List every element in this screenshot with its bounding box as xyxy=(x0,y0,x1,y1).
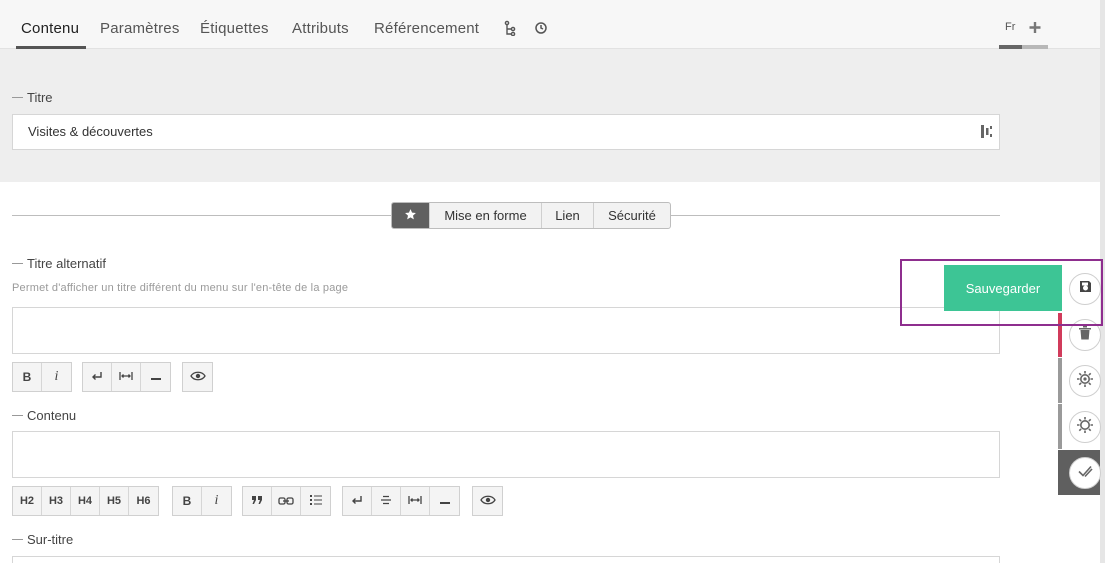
alt-title-input[interactable] xyxy=(12,307,1000,354)
h4-button[interactable]: H4 xyxy=(71,487,100,515)
alt-title-label: Titre alternatif xyxy=(12,256,106,271)
tab-referencement[interactable]: Référencement xyxy=(374,20,479,37)
section-tab-securite[interactable]: Sécurité xyxy=(594,203,670,228)
bold-button[interactable]: B xyxy=(173,487,202,515)
settings-gear-icon xyxy=(1076,370,1094,393)
horizontal-rule-icon xyxy=(439,494,451,508)
h6-button[interactable]: H6 xyxy=(129,487,158,515)
strikethrough-button[interactable] xyxy=(372,487,401,515)
language-current[interactable]: Fr xyxy=(1005,21,1015,33)
alt-title-format-group: B i xyxy=(12,362,72,392)
star-icon xyxy=(404,208,417,224)
preview-icon xyxy=(189,370,206,385)
advanced-settings-button[interactable] xyxy=(1069,365,1101,397)
nonbreaking-space-button[interactable] xyxy=(112,363,141,391)
page: Contenu Paramètres Étiquettes Attributs … xyxy=(0,0,1105,563)
content-tabs-bar: Contenu Paramètres Étiquettes Attributs … xyxy=(0,0,1105,49)
alt-title-hint: Permet d'afficher un titre différent du … xyxy=(12,282,349,294)
publish-button[interactable] xyxy=(1069,457,1101,489)
advanced-settings-bar xyxy=(1058,358,1062,403)
list-icon xyxy=(309,494,322,509)
horizontal-rule-icon xyxy=(150,370,162,384)
list-button[interactable] xyxy=(301,487,330,515)
subtitle-label: Sur-titre xyxy=(12,532,73,547)
line-break-icon xyxy=(91,370,103,384)
h5-button[interactable]: H5 xyxy=(100,487,129,515)
alt-title-preview-group xyxy=(182,362,213,392)
nonbreaking-space-icon xyxy=(408,494,422,508)
tree-icon[interactable] xyxy=(503,20,519,38)
section-tab-lien[interactable]: Lien xyxy=(542,203,594,228)
strikethrough-icon xyxy=(380,494,392,508)
line-break-button[interactable] xyxy=(83,363,112,391)
title-input[interactable]: Visites & découvertes xyxy=(12,114,1000,150)
title-label: Titre xyxy=(12,90,53,105)
preview-icon xyxy=(479,494,496,509)
content-preview-group xyxy=(472,486,503,516)
line-break-button[interactable] xyxy=(343,487,372,515)
tab-attributs[interactable]: Attributs xyxy=(292,20,349,37)
content-label: Contenu xyxy=(12,408,76,423)
title-value: Visites & découvertes xyxy=(28,124,153,139)
horizontal-rule-button[interactable] xyxy=(430,487,459,515)
settings-button[interactable] xyxy=(1069,411,1101,443)
label-dash xyxy=(12,539,23,541)
history-icon[interactable] xyxy=(534,20,550,38)
trash-icon xyxy=(1079,325,1091,345)
nonbreaking-space-icon xyxy=(119,370,133,384)
h2-button[interactable]: H2 xyxy=(13,487,42,515)
tab-parametres[interactable]: Paramètres xyxy=(100,20,180,37)
preview-button[interactable] xyxy=(183,363,212,391)
quote-icon xyxy=(251,494,263,508)
nonbreaking-space-button[interactable] xyxy=(401,487,430,515)
check-icon xyxy=(1076,462,1094,485)
settings-bar xyxy=(1058,404,1062,449)
subtitle-label-text: Sur-titre xyxy=(27,532,74,547)
content-insert-group xyxy=(342,486,460,516)
quote-button[interactable] xyxy=(243,487,272,515)
horizontal-rule-button[interactable] xyxy=(141,363,170,391)
save-icon xyxy=(1079,280,1092,298)
preview-button[interactable] xyxy=(473,487,502,515)
line-break-icon xyxy=(351,494,363,508)
section-tab-favorites[interactable] xyxy=(392,203,430,228)
alt-title-label-text: Titre alternatif xyxy=(27,256,106,271)
content-block-group xyxy=(242,486,331,516)
save-icon-button[interactable] xyxy=(1069,273,1101,305)
subtitle-input[interactable] xyxy=(12,556,1000,563)
section-tab-mise-en-forme[interactable]: Mise en forme xyxy=(430,203,542,228)
translate-icon[interactable] xyxy=(981,124,993,139)
alt-title-insert-group xyxy=(82,362,171,392)
bold-button[interactable]: B xyxy=(13,363,42,391)
label-dash xyxy=(12,97,23,99)
link-button[interactable] xyxy=(272,487,301,515)
content-format-group: B i xyxy=(172,486,232,516)
title-label-text: Titre xyxy=(27,90,53,105)
link-icon xyxy=(278,494,294,508)
tab-contenu[interactable]: Contenu xyxy=(21,20,79,37)
content-label-text: Contenu xyxy=(27,408,77,423)
label-dash xyxy=(12,415,23,417)
plus-icon[interactable] xyxy=(1028,19,1042,35)
gear-icon xyxy=(1076,416,1094,439)
save-button[interactable]: Sauvegarder xyxy=(944,265,1062,311)
heading-group: H2 H3 H4 H5 H6 xyxy=(12,486,159,516)
italic-button[interactable]: i xyxy=(42,363,71,391)
h3-button[interactable]: H3 xyxy=(42,487,71,515)
section-tabs: Mise en forme Lien Sécurité xyxy=(391,202,671,229)
content-input[interactable] xyxy=(12,431,1000,478)
tab-etiquettes[interactable]: Étiquettes xyxy=(200,20,269,37)
italic-button[interactable]: i xyxy=(202,487,231,515)
label-dash xyxy=(12,263,23,265)
